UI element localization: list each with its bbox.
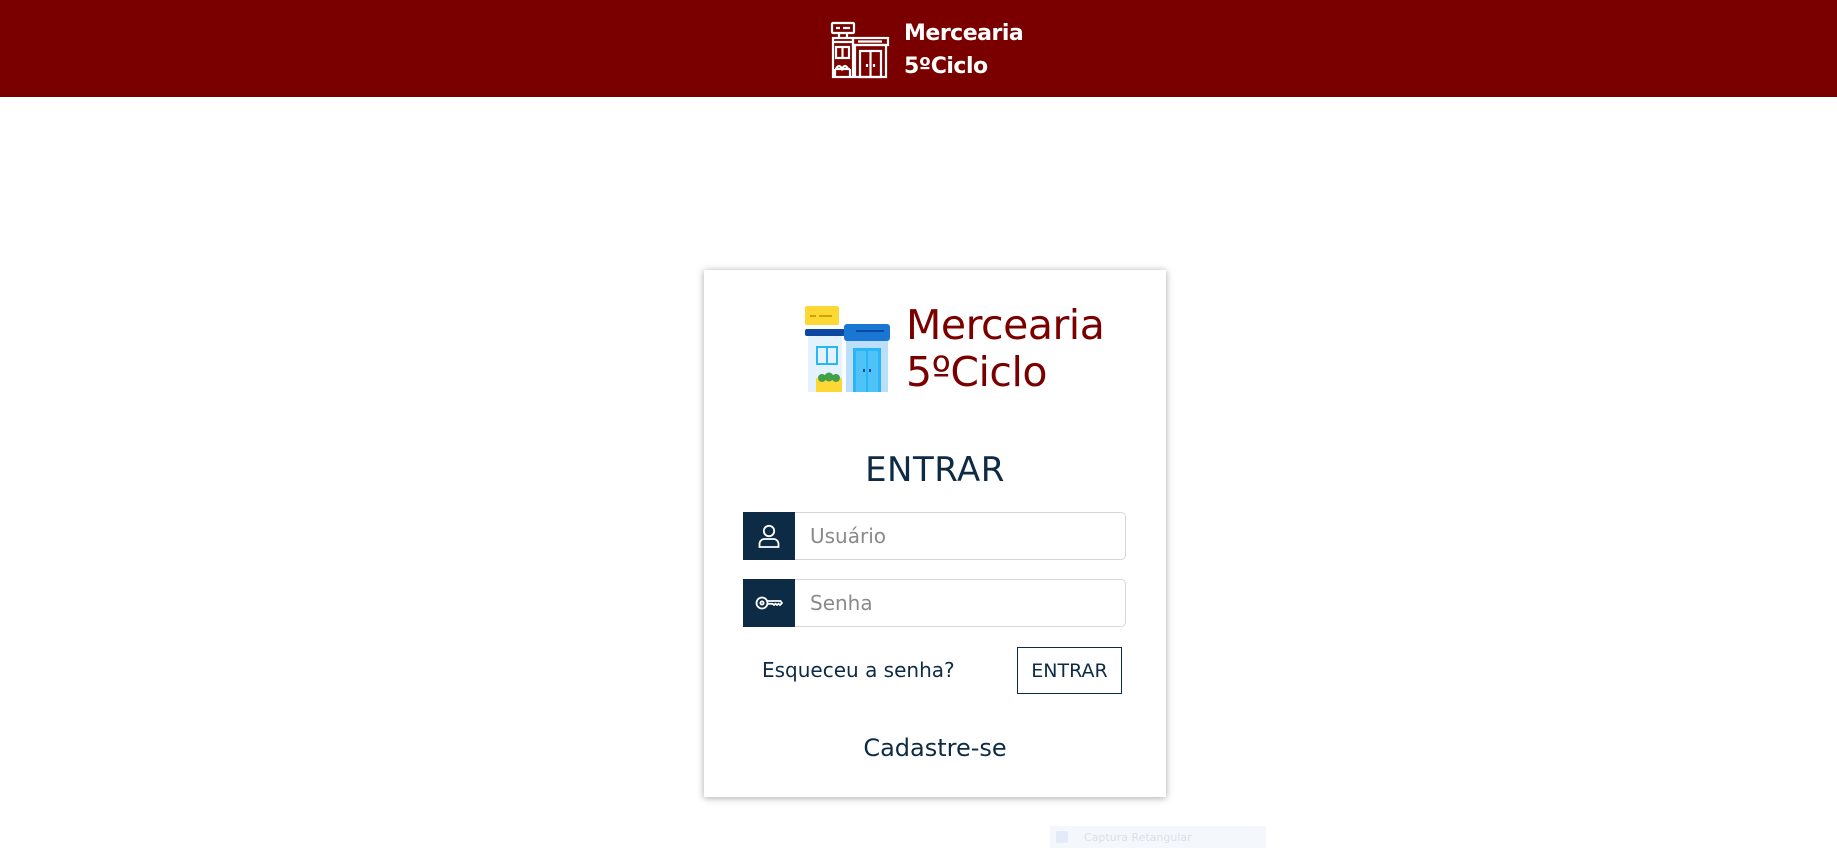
username-field-group [743, 512, 1126, 560]
card-brand-line1: Mercearia [906, 301, 1105, 349]
header-brand-line2: 5ºCiclo [904, 54, 988, 79]
login-card: Mercearia 5ºCiclo ENTRAR Esqueceu a senh… [704, 270, 1166, 797]
top-header: Mercearia 5ºCiclo [0, 0, 1837, 97]
capture-icon [1056, 831, 1068, 843]
card-brand: Mercearia 5ºCiclo [804, 301, 1105, 396]
user-icon-box [743, 512, 795, 560]
password-field-group [743, 579, 1126, 627]
header-brand[interactable]: Mercearia 5ºCiclo [830, 17, 1024, 83]
password-input[interactable] [795, 579, 1126, 627]
login-submit-button[interactable]: ENTRAR [1017, 647, 1122, 694]
login-title: ENTRAR [865, 450, 1005, 490]
forgot-password-link[interactable]: Esqueceu a senha? [762, 658, 955, 682]
header-brand-line1: Mercearia [904, 21, 1024, 46]
screen-capture-label: Captura Retangular [1084, 830, 1192, 844]
username-input[interactable] [795, 512, 1126, 560]
card-brand-line2: 5ºCiclo [906, 348, 1047, 396]
store-building-color-icon [805, 306, 890, 392]
key-icon-box [743, 579, 795, 627]
header-brand-name: Mercearia 5ºCiclo [904, 17, 1024, 83]
key-icon [755, 596, 783, 610]
store-building-icon [830, 21, 890, 79]
register-link[interactable]: Cadastre-se [704, 734, 1166, 762]
card-brand-name: Mercearia 5ºCiclo [906, 301, 1105, 396]
screen-capture-tooltip: Captura Retangular [1050, 826, 1266, 848]
user-icon [758, 524, 780, 548]
